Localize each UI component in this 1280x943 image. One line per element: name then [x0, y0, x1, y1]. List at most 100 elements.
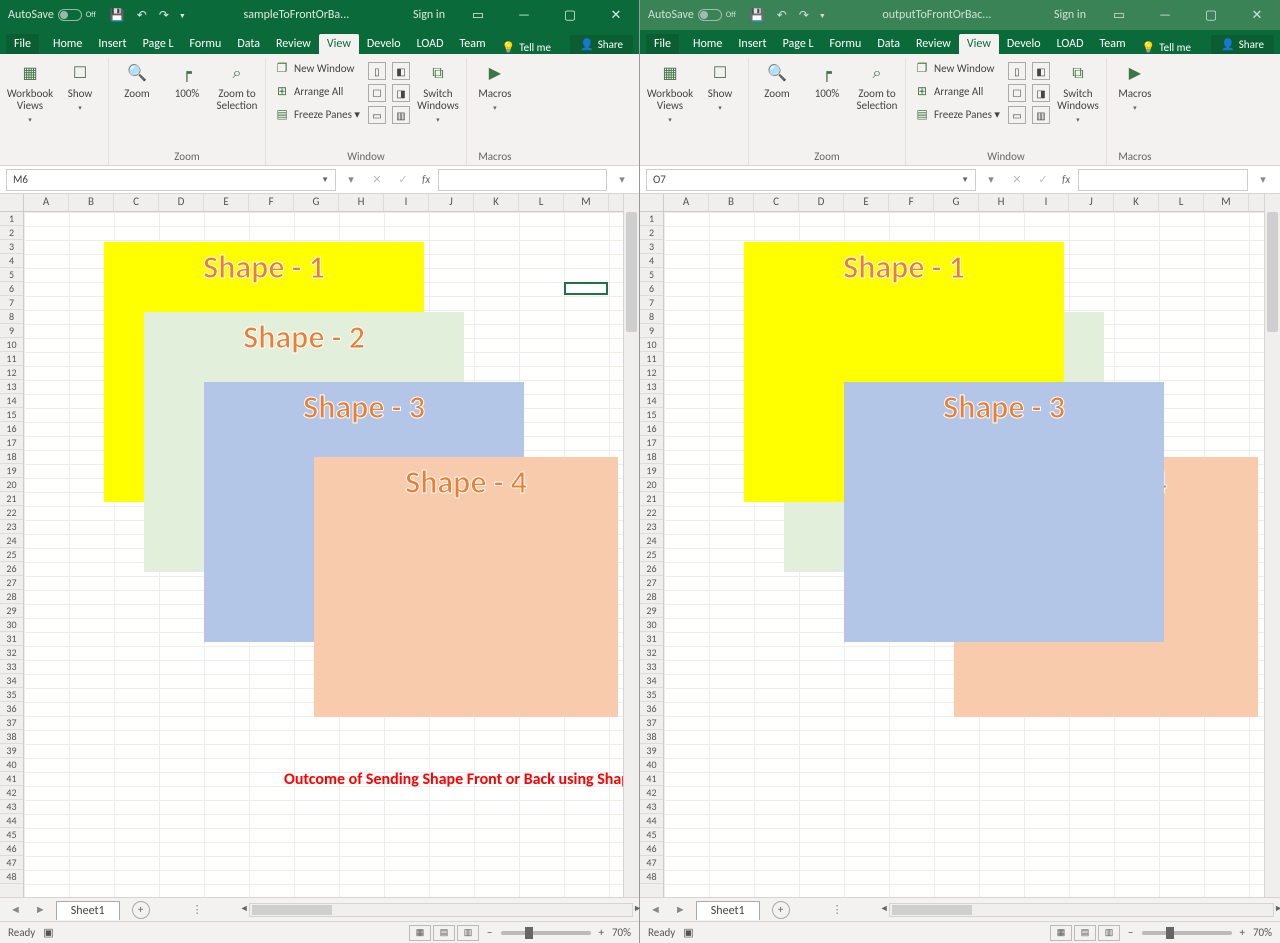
zoom-100-button[interactable]: ┍100%	[803, 58, 851, 104]
split-icons[interactable]: ▯☐▭	[366, 58, 388, 128]
horizontal-scrollbar[interactable]: ◄►	[889, 903, 1274, 917]
page-break-button[interactable]: ▥	[1098, 925, 1120, 941]
row-header[interactable]: 7	[0, 296, 23, 310]
row-header[interactable]: 24	[640, 534, 663, 548]
column-header[interactable]: F	[249, 194, 294, 211]
row-header[interactable]: 10	[0, 338, 23, 352]
row-header[interactable]: 18	[0, 450, 23, 464]
row-header[interactable]: 12	[0, 366, 23, 380]
zoom-button[interactable]: 🔍Zoom	[113, 58, 161, 104]
column-header[interactable]: B	[69, 194, 114, 211]
zoom-slider[interactable]	[1142, 931, 1232, 935]
row-header[interactable]: 44	[640, 814, 663, 828]
row-header[interactable]: 32	[0, 646, 23, 660]
row-header[interactable]: 1	[0, 212, 23, 226]
row-header[interactable]: 8	[640, 310, 663, 324]
expand-formula-icon[interactable]: ▾	[1252, 173, 1274, 186]
row-header[interactable]: 26	[640, 562, 663, 576]
row-header[interactable]: 19	[640, 464, 663, 478]
tab-page[interactable]: Page L	[775, 34, 822, 54]
row-header[interactable]: 28	[640, 590, 663, 604]
row-header[interactable]: 9	[640, 324, 663, 338]
column-header[interactable]: I	[384, 194, 429, 211]
row-header[interactable]: 31	[0, 632, 23, 646]
row-header[interactable]: 20	[0, 478, 23, 492]
zoom-selection-button[interactable]: ⌕Zoom to Selection	[853, 58, 901, 116]
sheet-nav-prev[interactable]: ◄	[6, 903, 25, 916]
expand-formula-icon[interactable]: ▾	[611, 173, 633, 186]
column-header[interactable]: F	[889, 194, 934, 211]
row-header[interactable]: 43	[640, 800, 663, 814]
macro-record-icon[interactable]: ▣	[43, 926, 53, 939]
minimize-button[interactable]: —	[501, 0, 547, 30]
row-header[interactable]: 21	[0, 492, 23, 506]
row-header[interactable]: 37	[0, 716, 23, 730]
row-header[interactable]: 26	[0, 562, 23, 576]
row-header[interactable]: 34	[0, 674, 23, 688]
row-header[interactable]: 7	[640, 296, 663, 310]
row-header[interactable]: 3	[640, 240, 663, 254]
column-header[interactable]: J	[1069, 194, 1114, 211]
row-header[interactable]: 48	[640, 870, 663, 884]
column-header[interactable]: D	[799, 194, 844, 211]
tab-load[interactable]: LOAD	[1049, 34, 1092, 54]
column-header[interactable]: M	[1204, 194, 1249, 211]
tab-team[interactable]: Team	[451, 34, 493, 54]
column-header[interactable]: C	[754, 194, 799, 211]
row-header[interactable]: 29	[640, 604, 663, 618]
row-header[interactable]: 1	[640, 212, 663, 226]
sheet-tab[interactable]: Sheet1	[696, 901, 760, 920]
share-button[interactable]: 👤Share	[1211, 35, 1274, 54]
maximize-button[interactable]: ▢	[547, 0, 593, 30]
autosave-toggle[interactable]: AutoSaveOff	[0, 0, 104, 30]
row-header[interactable]: 46	[0, 842, 23, 856]
row-header[interactable]: 36	[0, 702, 23, 716]
page-layout-button[interactable]: ▤	[1074, 925, 1096, 941]
row-header[interactable]: 12	[640, 366, 663, 380]
row-header[interactable]: 39	[640, 744, 663, 758]
workbook-views-button[interactable]: ▦Workbook Views▾	[646, 58, 694, 130]
row-header[interactable]: 6	[0, 282, 23, 296]
column-header[interactable]: G	[294, 194, 339, 211]
page-layout-button[interactable]: ▤	[433, 925, 455, 941]
tab-split-icon[interactable]: ⋮	[832, 903, 843, 916]
qat-dropdown[interactable]: ▼	[175, 0, 190, 30]
tab-formu[interactable]: Formu	[822, 34, 870, 54]
row-header[interactable]: 13	[0, 380, 23, 394]
add-sheet-button[interactable]: +	[132, 901, 150, 919]
shape-s4[interactable]: Shape - 4	[314, 457, 618, 717]
row-header[interactable]: 4	[0, 254, 23, 268]
row-header[interactable]: 46	[640, 842, 663, 856]
tab-develo[interactable]: Develo	[999, 34, 1049, 54]
row-header[interactable]: 34	[640, 674, 663, 688]
column-header[interactable]: D	[159, 194, 204, 211]
row-header[interactable]: 8	[0, 310, 23, 324]
row-header[interactable]: 13	[640, 380, 663, 394]
row-header[interactable]: 41	[640, 772, 663, 786]
cell-grid[interactable]: Shape - 2Shape - 4Shape - 1Shape - 3	[664, 212, 1264, 897]
row-header[interactable]: 5	[0, 268, 23, 282]
macros-button[interactable]: ▶Macros▾	[471, 58, 519, 118]
column-header[interactable]: K	[474, 194, 519, 211]
row-header[interactable]: 2	[0, 226, 23, 240]
row-header[interactable]: 10	[640, 338, 663, 352]
vertical-scrollbar[interactable]	[1264, 194, 1280, 897]
hide-icons[interactable]: ◧◨▥	[390, 58, 412, 128]
zoom-selection-button[interactable]: ⌕Zoom to Selection	[213, 58, 261, 116]
autosave-toggle[interactable]: AutoSaveOff	[640, 0, 744, 30]
switch-windows-button[interactable]: ⧉Switch Windows▾	[414, 58, 462, 130]
row-header[interactable]: 16	[640, 422, 663, 436]
column-header[interactable]: A	[24, 194, 69, 211]
row-header[interactable]: 39	[0, 744, 23, 758]
tab-load[interactable]: LOAD	[409, 34, 452, 54]
column-header[interactable]: A	[664, 194, 709, 211]
row-header[interactable]: 30	[640, 618, 663, 632]
tab-develo[interactable]: Develo	[359, 34, 409, 54]
qat-dropdown[interactable]: ▼	[815, 0, 830, 30]
row-header[interactable]: 14	[640, 394, 663, 408]
column-header[interactable]: B	[709, 194, 754, 211]
tab-split-icon[interactable]: ⋮	[192, 903, 203, 916]
row-header[interactable]: 35	[640, 688, 663, 702]
row-header[interactable]: 23	[0, 520, 23, 534]
tell-me-search[interactable]: 💡Tell me	[1142, 41, 1191, 54]
